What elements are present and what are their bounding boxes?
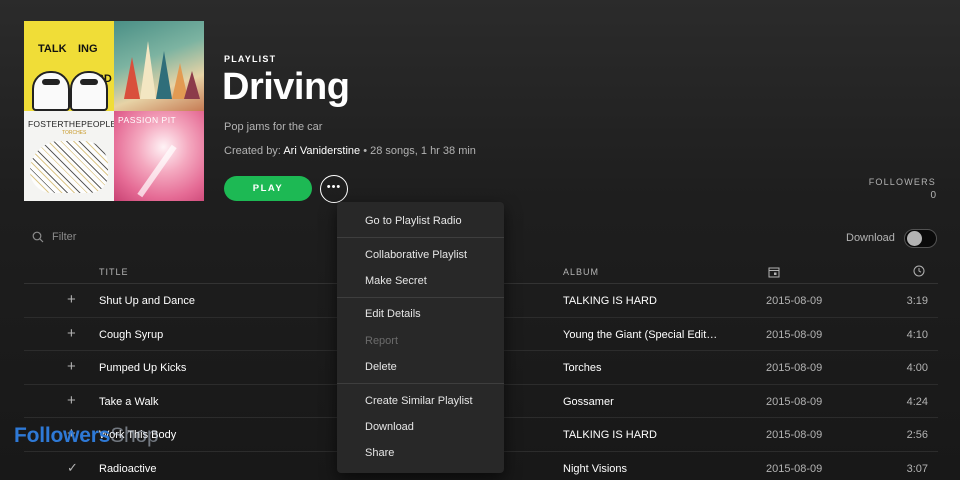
- track-date-added: 2015-08-09: [766, 429, 823, 442]
- filter-input[interactable]: Filter: [32, 231, 76, 243]
- playlist-stats: • 28 songs, 1 hr 38 min: [360, 145, 476, 157]
- watermark-part-2: Shop: [110, 424, 159, 447]
- playlist-context-menu: Go to Playlist Radio Collaborative Playl…: [337, 202, 504, 473]
- filter-placeholder: Filter: [52, 231, 77, 243]
- toggle-knob: [907, 231, 922, 246]
- menu-divider: [337, 297, 504, 299]
- track-title: Radioactive: [99, 462, 157, 475]
- track-title: Cough Syrup: [99, 328, 164, 341]
- cover-figure: [70, 71, 108, 111]
- ellipsis-icon: •••: [326, 181, 342, 193]
- calendar-icon[interactable]: [768, 266, 780, 278]
- track-title: Take a Walk: [99, 395, 159, 408]
- download-toggle[interactable]: [904, 229, 937, 248]
- menu-item-download[interactable]: Download: [337, 414, 504, 440]
- add-track-icon[interactable]: +: [67, 291, 76, 308]
- created-by-label: Created by:: [224, 145, 281, 157]
- cover-word: ING: [78, 43, 98, 55]
- track-album[interactable]: Night Visions: [563, 463, 627, 475]
- add-track-icon[interactable]: +: [67, 325, 76, 342]
- search-icon: [32, 231, 44, 243]
- track-date-added: 2015-08-09: [766, 295, 823, 307]
- track-duration: 3:19: [906, 295, 928, 307]
- track-duration: 4:24: [906, 395, 928, 408]
- cover-band-name: PASSION PIT: [118, 115, 177, 125]
- column-header-title[interactable]: TITLE: [99, 267, 129, 277]
- menu-divider: [337, 237, 504, 239]
- add-track-icon[interactable]: +: [67, 358, 76, 375]
- cover-light-beam: [137, 144, 177, 198]
- watermark-part-1: Followers: [14, 424, 111, 447]
- menu-item-playlist-radio[interactable]: Go to Playlist Radio: [337, 208, 504, 234]
- menu-item-edit-details[interactable]: Edit Details: [337, 301, 504, 327]
- menu-divider: [337, 383, 504, 385]
- track-album[interactable]: Torches: [563, 362, 602, 374]
- add-track-icon[interactable]: +: [67, 392, 76, 409]
- track-date-added: 2015-08-09: [766, 362, 823, 375]
- menu-item-create-similar[interactable]: Create Similar Playlist: [337, 387, 504, 413]
- track-duration: 4:00: [906, 362, 928, 375]
- cover-tile-foster-the-people: FOSTERTHEPEOPLE TORCHES: [24, 111, 114, 201]
- track-date-added: 2015-08-09: [766, 328, 823, 341]
- cover-tile-passion-pit: PASSION PIT: [114, 111, 204, 201]
- menu-item-share[interactable]: Share: [337, 440, 504, 466]
- watermark-logo: FollowersShop: [14, 424, 159, 448]
- cover-album-name: TORCHES: [62, 130, 87, 136]
- cover-doodle: [30, 141, 108, 193]
- followers-count: 0: [930, 190, 936, 201]
- cover-figure: [32, 71, 70, 111]
- playlist-meta: Created by: Ari Vaniderstine • 28 songs,…: [224, 145, 476, 157]
- track-date-added: 2015-08-09: [766, 462, 823, 475]
- menu-item-delete[interactable]: Delete: [337, 354, 504, 380]
- cover-tile-young-the-giant: [114, 21, 204, 111]
- clock-icon[interactable]: [913, 265, 925, 277]
- playlist-cover-art: TALK ING IS HARD FOSTERTHEPEOPLE TORCHES…: [24, 21, 204, 201]
- check-icon[interactable]: ✓: [67, 460, 78, 476]
- playlist-owner-link[interactable]: Ari Vaniderstine: [283, 145, 360, 157]
- cover-tile-talking-is-hard: TALK ING IS HARD: [24, 21, 114, 111]
- track-album[interactable]: TALKING IS HARD: [563, 295, 657, 307]
- menu-item-collaborative[interactable]: Collaborative Playlist: [337, 241, 504, 267]
- playlist-description: Pop jams for the car: [224, 121, 323, 133]
- download-label: Download: [846, 232, 895, 244]
- more-options-button[interactable]: •••: [320, 175, 348, 203]
- track-title: Shut Up and Dance: [99, 295, 196, 307]
- cover-band-name: FOSTERTHEPEOPLE: [28, 119, 114, 129]
- track-title: Pumped Up Kicks: [99, 362, 187, 375]
- track-duration: 4:10: [906, 328, 928, 341]
- menu-item-make-secret[interactable]: Make Secret: [337, 268, 504, 294]
- followers-label: FOLLOWERS: [868, 177, 936, 187]
- playlist-type-label: PLAYLIST: [224, 54, 277, 64]
- menu-item-report: Report: [365, 334, 399, 347]
- track-album[interactable]: Young the Giant (Special Edit…: [563, 329, 717, 341]
- track-duration: 3:07: [906, 462, 928, 475]
- cover-word: TALK: [38, 43, 67, 55]
- column-header-album[interactable]: ALBUM: [563, 267, 599, 277]
- track-duration: 2:56: [906, 429, 928, 442]
- track-album[interactable]: TALKING IS HARD: [563, 429, 657, 441]
- track-date-added: 2015-08-09: [766, 395, 823, 408]
- track-album[interactable]: Gossamer: [563, 396, 614, 408]
- play-button[interactable]: PLAY: [224, 176, 312, 201]
- playlist-title: Driving: [222, 66, 350, 108]
